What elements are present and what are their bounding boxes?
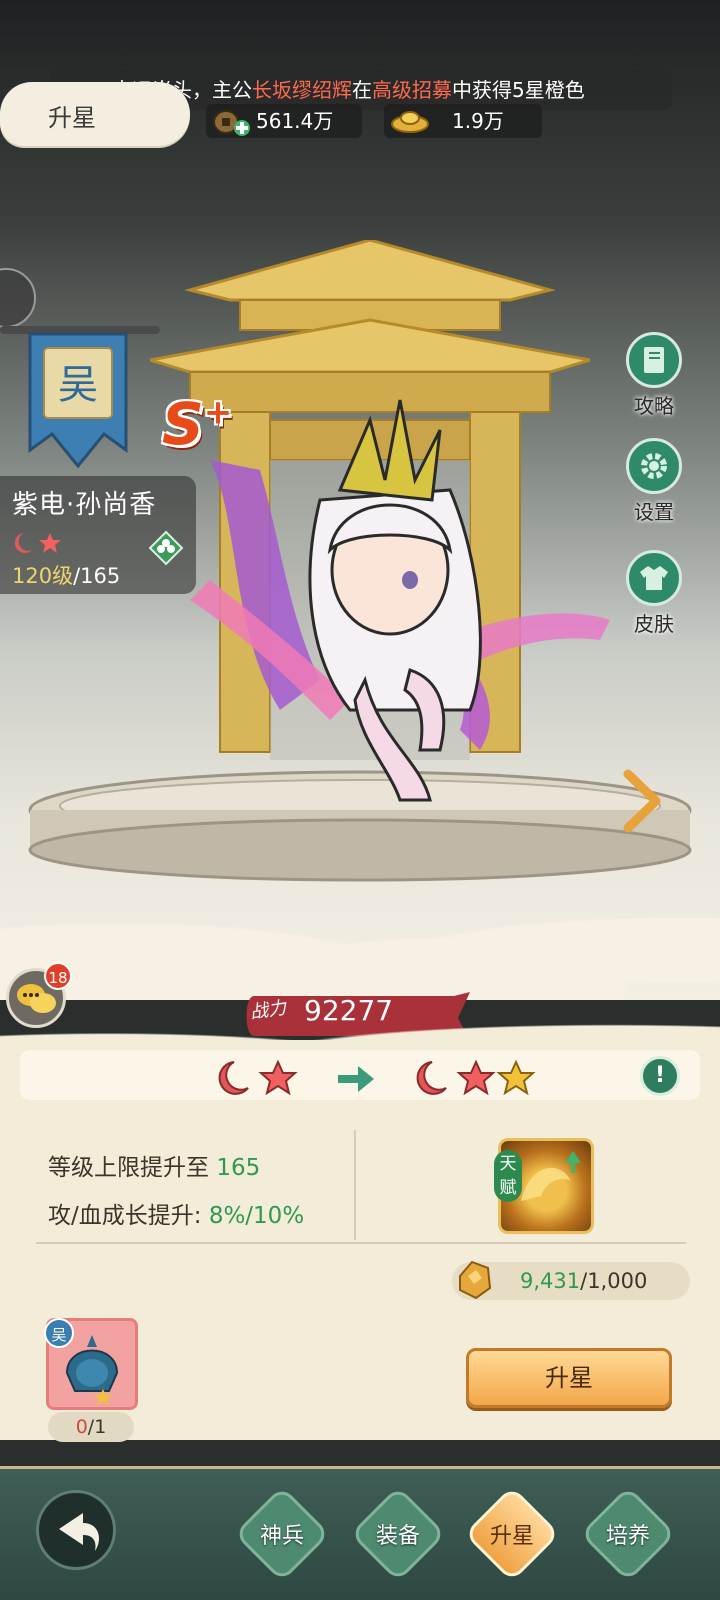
- info-icon[interactable]: !: [640, 1056, 680, 1096]
- faction-flag: 吴: [28, 332, 128, 469]
- copper-amount: 561.4万: [256, 109, 334, 133]
- tab-equipment[interactable]: 装备: [349, 1485, 447, 1583]
- tab-star-upgrade[interactable]: 升星: [463, 1485, 561, 1583]
- settings-gear-icon: [626, 438, 682, 494]
- arrow-right-icon: [338, 1066, 374, 1092]
- level-cap-stat: 等级上限提升至 165: [48, 1148, 260, 1182]
- hero-character-illustration: [190, 399, 610, 802]
- skin-button[interactable]: 皮肤: [614, 550, 694, 637]
- current-star-rating: [218, 1059, 298, 1096]
- hero-level-current: 120级: [12, 564, 74, 588]
- faction-text: 吴: [58, 362, 98, 408]
- horizontal-divider: [36, 1242, 686, 1244]
- hero-level-max: /165: [73, 564, 121, 588]
- tab-star-upgrade-label: 升星: [489, 1524, 534, 1549]
- fragment-required: /1: [87, 1416, 107, 1438]
- copper-resource[interactable]: 561.4万: [206, 104, 362, 138]
- fragment-faction-badge: 吴: [44, 1318, 74, 1348]
- skin-shirt-icon: [626, 550, 682, 606]
- growth-stat: 攻/血成长提升: 8%/10%: [48, 1196, 304, 1230]
- guide-book-icon: [626, 332, 682, 388]
- growth-value: 8%/10%: [208, 1203, 305, 1229]
- tab-weapon-label: 神兵: [259, 1524, 304, 1549]
- guide-button[interactable]: 攻略: [614, 332, 694, 419]
- announcement-player: 长坂缪绍辉: [252, 78, 352, 102]
- next-hero-arrow-icon[interactable]: [616, 766, 666, 836]
- material-required: /1,000: [580, 1269, 648, 1293]
- talent-tag: 天赋: [494, 1150, 522, 1202]
- material-current: 9,431: [520, 1269, 581, 1293]
- chat-unread-badge: 18: [44, 962, 72, 990]
- fragment-current: 0: [75, 1416, 88, 1438]
- hero-star-rating: [14, 533, 61, 553]
- announcement-mid: 在: [352, 78, 372, 102]
- back-arrow-icon: [59, 1513, 99, 1551]
- settings-button[interactable]: 设置: [614, 438, 694, 525]
- back-button[interactable]: [36, 1490, 116, 1570]
- tab-train-label: 培养: [605, 1524, 650, 1549]
- next-star-rating: [416, 1059, 536, 1096]
- gold-ingot-icon: [391, 111, 429, 133]
- cloud-decoration: [0, 860, 720, 1000]
- level-cap-label: 等级上限提升至: [48, 1155, 217, 1181]
- copper-coin-icon: [213, 110, 250, 136]
- fragment-count: 0/1: [48, 1412, 134, 1442]
- growth-label: 攻/血成长提升:: [48, 1203, 209, 1229]
- hero-level: 120级/165: [12, 560, 120, 590]
- gold-amount: 1.9万: [452, 109, 504, 133]
- tab-equipment-label: 装备: [375, 1524, 420, 1549]
- level-cap-value: 165: [216, 1155, 261, 1181]
- vertical-divider: [354, 1130, 356, 1240]
- tab-weapon[interactable]: 神兵: [233, 1485, 331, 1583]
- announcement-event: 高级招募: [372, 78, 452, 102]
- hero-name: 紫电·孙尚香: [12, 490, 157, 520]
- settings-label: 设置: [634, 500, 674, 524]
- upgrade-star-button[interactable]: 升星: [466, 1348, 672, 1408]
- gold-resource[interactable]: 1.9万: [384, 104, 542, 138]
- announcement-suffix: 中获得5星橙色: [452, 78, 585, 102]
- tab-train[interactable]: 培养: [579, 1485, 677, 1583]
- guide-label: 攻略: [634, 394, 674, 418]
- page-title: 升星: [48, 104, 96, 132]
- skin-label: 皮肤: [634, 612, 674, 636]
- gold-ore-icon[interactable]: [454, 1258, 494, 1302]
